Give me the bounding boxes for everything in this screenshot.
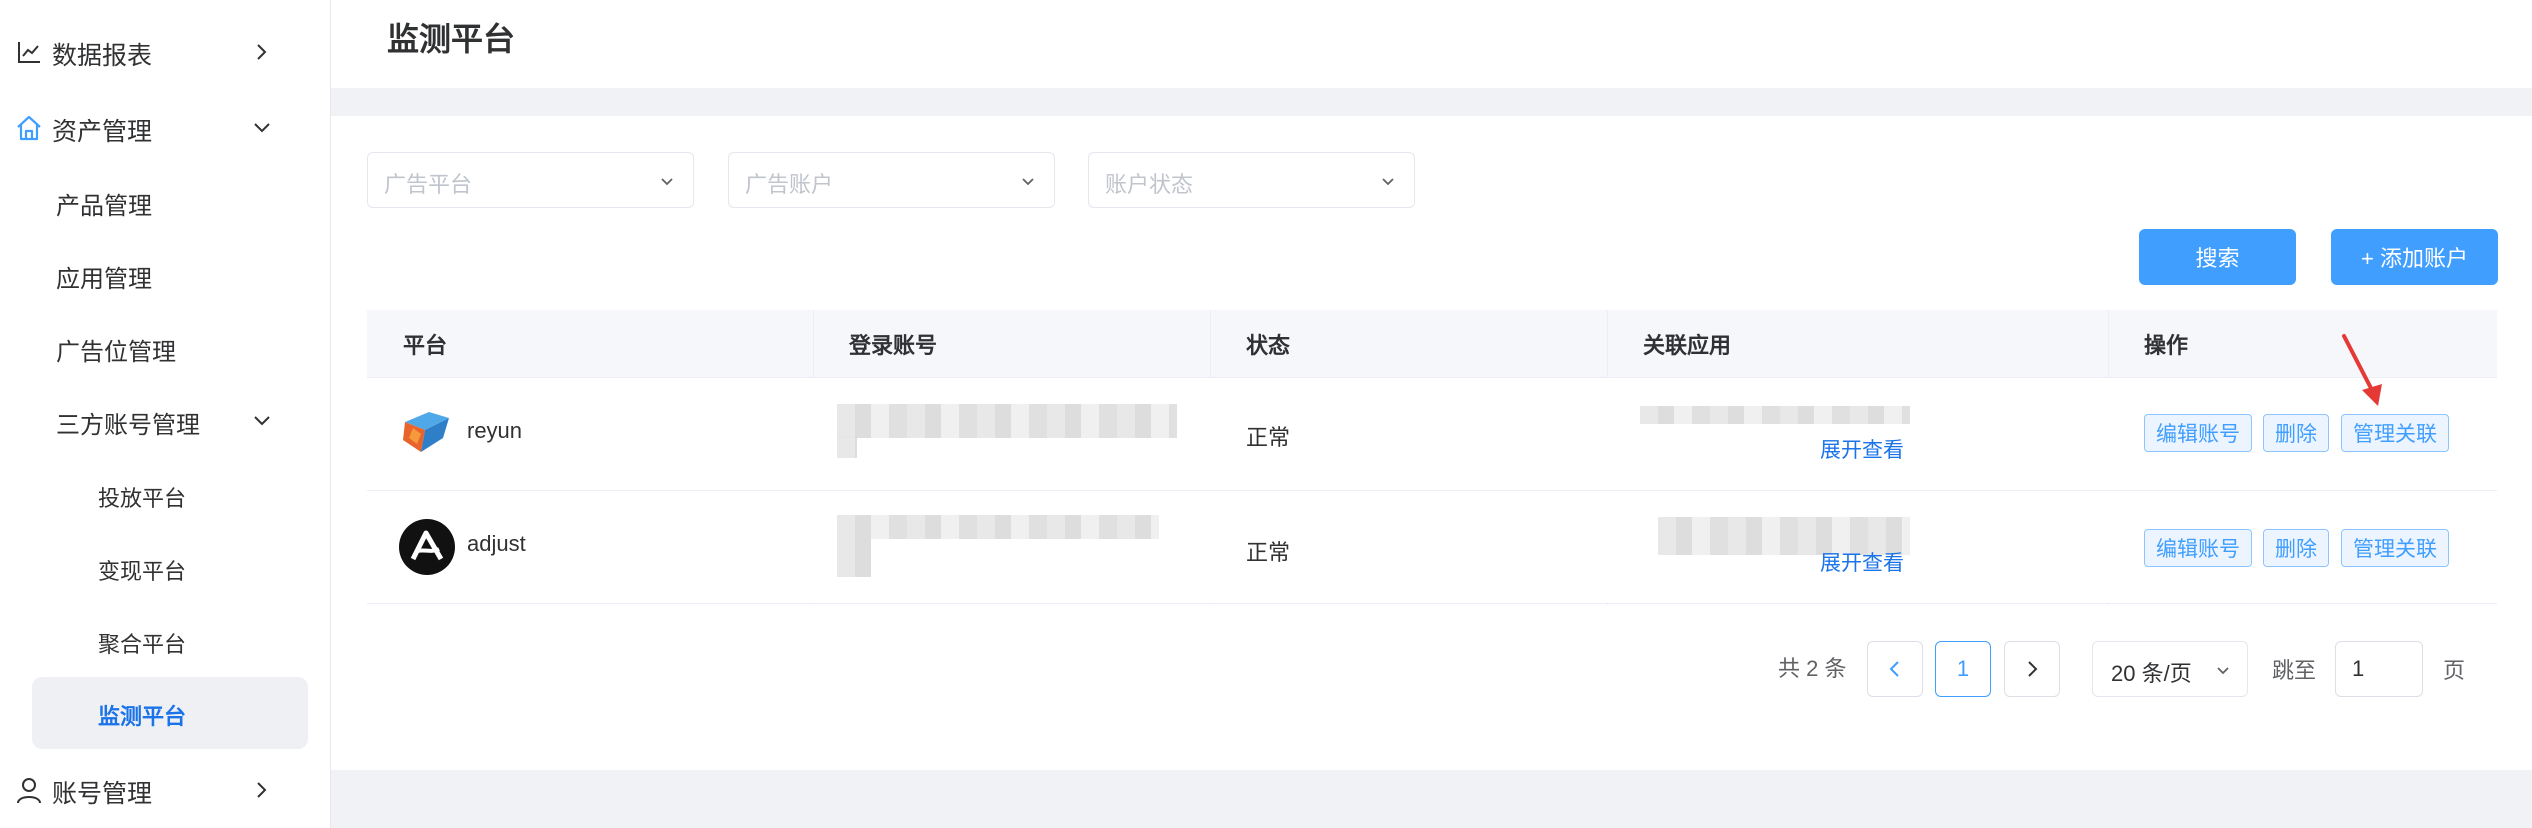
prev-page-button[interactable] [1867, 641, 1923, 697]
sidebar-item-third-party-accounts[interactable]: 三方账号管理 [0, 405, 331, 441]
sidebar-item-monitoring-platform[interactable]: 监测平台 [32, 677, 308, 749]
chevron-right-icon [2028, 661, 2038, 677]
chevron-down-icon [252, 118, 272, 138]
next-page-button[interactable] [2004, 641, 2060, 697]
page-header: 监测平台 [331, 0, 2532, 88]
sidebar-item-label: 聚合平台 [98, 632, 187, 657]
sidebar-item-label: 投放平台 [98, 486, 187, 511]
chevron-down-icon [2213, 660, 2233, 680]
add-account-button[interactable]: + 添加账户 [2331, 229, 2498, 285]
expand-view-link[interactable]: 展开查看 [1820, 434, 1904, 464]
delete-button[interactable]: 删除 [2263, 529, 2329, 567]
sidebar-item-label: 资产管理 [52, 118, 153, 146]
chevron-right-icon [252, 42, 272, 62]
platform-name: adjust [467, 531, 526, 556]
sidebar-item-label: 账号管理 [52, 780, 153, 808]
select-placeholder: 广告平台 [384, 172, 473, 197]
adjust-logo-icon [399, 519, 455, 575]
page-size-value: 20 条/页 [2111, 661, 2192, 686]
sidebar-item-label: 广告位管理 [56, 339, 176, 366]
sidebar-item-data-reports[interactable]: 数据报表 [0, 32, 331, 72]
reyun-logo-icon [399, 404, 455, 460]
sidebar-item-asset-management[interactable]: 资产管理 [0, 108, 331, 148]
column-header-login-account: 登录账号 [849, 333, 938, 358]
sidebar-item-label: 产品管理 [56, 193, 152, 220]
sidebar-item-label: 监测平台 [98, 704, 187, 729]
select-placeholder: 账户状态 [1105, 172, 1194, 197]
jump-page-input[interactable] [2335, 641, 2423, 697]
status-text: 正常 [1246, 540, 1291, 565]
line-chart-icon [14, 37, 44, 67]
select-placeholder: 广告账户 [745, 172, 834, 197]
sidebar-item-app-management[interactable]: 应用管理 [0, 259, 331, 295]
user-icon [14, 775, 44, 805]
chevron-left-icon [1889, 661, 1899, 677]
sidebar-item-label: 三方账号管理 [56, 412, 200, 439]
sidebar-item-account-management[interactable]: 账号管理 [0, 770, 331, 810]
manage-links-button[interactable]: 管理关联 [2341, 414, 2449, 452]
table-row: reyun 正常 展开查看 编辑账号 删除 管理关联 [367, 378, 2497, 491]
redacted-login-account [837, 515, 1159, 539]
page-number-button[interactable]: 1 [1935, 641, 1991, 697]
jump-to-label: 跳至 [2272, 658, 2317, 683]
edit-account-button[interactable]: 编辑账号 [2144, 414, 2252, 452]
column-header-actions: 操作 [2144, 333, 2189, 358]
column-header-platform: 平台 [403, 333, 448, 358]
redacted-login-account [837, 436, 857, 458]
sidebar-item-aggregation-platform[interactable]: 聚合平台 [0, 627, 331, 659]
column-header-linked-apps: 关联应用 [1643, 333, 1732, 358]
ad-account-select[interactable]: 广告账户 [728, 152, 1055, 208]
page-size-select[interactable]: 20 条/页 [2092, 641, 2248, 697]
sidebar-item-monetization-platform[interactable]: 变现平台 [0, 554, 331, 586]
chevron-down-icon [252, 411, 272, 431]
column-header-status: 状态 [1246, 333, 1291, 358]
platform-name: reyun [467, 418, 523, 443]
chevron-down-icon [1378, 171, 1398, 191]
sidebar-item-product-management[interactable]: 产品管理 [0, 186, 331, 222]
manage-links-button[interactable]: 管理关联 [2341, 529, 2449, 567]
sidebar-item-delivery-platform[interactable]: 投放平台 [0, 481, 331, 513]
sidebar-item-ad-slot-management[interactable]: 广告位管理 [0, 332, 331, 368]
search-button[interactable]: 搜索 [2139, 229, 2296, 285]
account-status-select[interactable]: 账户状态 [1088, 152, 1415, 208]
delete-button[interactable]: 删除 [2263, 414, 2329, 452]
chevron-down-icon [1018, 171, 1038, 191]
page-unit-label: 页 [2443, 658, 2466, 683]
sidebar-item-label: 应用管理 [56, 266, 152, 293]
status-text: 正常 [1246, 425, 1291, 450]
chevron-right-icon [252, 780, 272, 800]
table-header: 平台 登录账号 状态 关联应用 操作 [367, 310, 2497, 378]
page-title: 监测平台 [387, 21, 516, 57]
redacted-linked-apps [1640, 406, 1910, 424]
chevron-down-icon [657, 171, 677, 191]
edit-account-button[interactable]: 编辑账号 [2144, 529, 2252, 567]
ad-platform-select[interactable]: 广告平台 [367, 152, 694, 208]
annotation-arrow-icon [2342, 334, 2382, 406]
expand-view-link[interactable]: 展开查看 [1820, 547, 1904, 577]
sidebar-item-label: 变现平台 [98, 559, 187, 584]
accounts-table: 平台 登录账号 状态 关联应用 操作 reyun 正常 展开查看 编辑账号 删除… [367, 310, 2497, 605]
sidebar: 数据报表 资产管理 产品管理 应用管理 广告位管理 三方账号管理 投放平台 变现… [0, 0, 331, 828]
table-row: adjust 正常 展开查看 编辑账号 删除 管理关联 [367, 491, 2497, 604]
redacted-login-account [837, 404, 1177, 438]
pagination-total: 共 2 条 [1778, 656, 1847, 681]
content-panel: 广告平台 广告账户 账户状态 搜索 + 添加账户 平台 登录账号 状态 关联应用… [331, 116, 2532, 770]
home-icon [14, 113, 44, 143]
sidebar-item-label: 数据报表 [52, 42, 153, 70]
redacted-login-account [837, 539, 871, 577]
